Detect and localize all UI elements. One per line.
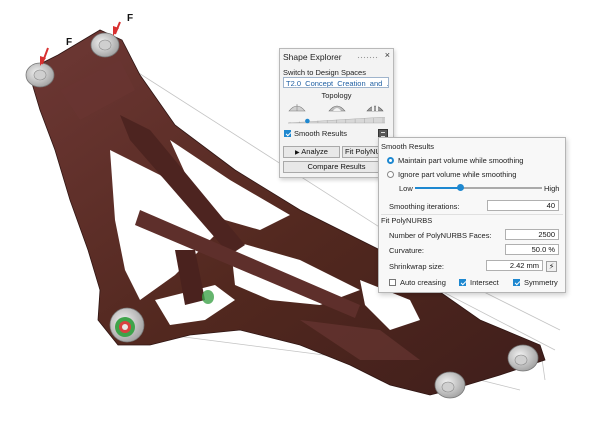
topology-mid-icon [328,105,346,112]
smooth-results-popup: Smooth Results Maintain part volume whil… [378,137,566,293]
iterations-label: Smoothing iterations: [389,202,460,211]
maintain-volume-label: Maintain part volume while smoothing [398,156,524,165]
analyze-label: Analyze [301,147,328,156]
faces-input[interactable]: 2500 [505,229,559,240]
maintain-volume-radio[interactable] [387,157,394,164]
topology-more-icon [366,105,384,112]
drag-grip-icon[interactable] [357,56,379,60]
force-arrow-2 [113,21,121,36]
topology-less-icon [288,104,306,112]
lightning-icon[interactable]: ⚡ [546,261,557,272]
smooth-results-checkbox[interactable] [284,130,291,137]
shrinkwrap-input[interactable]: 2.42 mm [486,260,543,271]
slider-high-label: High [544,184,560,193]
close-icon[interactable]: × [385,51,390,60]
force-label-2: F [127,13,134,24]
analyze-button[interactable]: ▶ Analyze [283,146,340,158]
force-label-1: F [66,37,73,48]
smoothing-slider-track[interactable] [460,187,542,189]
shape-explorer-panel: Shape Explorer × Switch to Design Spaces… [279,48,394,178]
smooth-results-header: Smooth Results [381,142,434,151]
iterations-input[interactable]: 40 [487,200,559,211]
intersect-checkbox[interactable] [459,279,466,286]
smoothing-slider-thumb[interactable] [457,184,465,191]
topology-label: Topology [321,91,352,100]
smooth-results-label: Smooth Results [294,129,347,138]
compare-results-button[interactable]: Compare Results [283,161,390,173]
shrinkwrap-label: Shrinkwrap size: [389,262,445,271]
fit-polynurbs-header: Fit PolyNURBS [381,216,433,225]
switch-to-design-spaces-link[interactable]: Switch to Design Spaces [283,68,366,77]
design-space-select[interactable]: T2.0_Concept_Creation_and_... [283,77,389,88]
auto-creasing-checkbox[interactable] [389,279,396,286]
curvature-label: Curvature: [389,246,425,255]
play-icon: ▶ [295,150,300,156]
auto-creasing-label: Auto creasing [400,278,446,287]
ignore-volume-label: Ignore part volume while smoothing [398,170,517,179]
slider-low-label: Low [399,184,413,193]
symmetry-label: Symmetry [524,278,558,287]
symmetry-checkbox[interactable] [513,279,520,286]
ignore-volume-radio[interactable] [387,171,394,178]
intersect-label: Intersect [470,278,499,287]
curvature-input[interactable]: 50.0 % [505,244,559,255]
faces-label: Number of PolyNURBS Faces: [389,231,492,240]
topology-slider[interactable] [288,117,385,124]
panel-title: Shape Explorer [283,52,342,62]
